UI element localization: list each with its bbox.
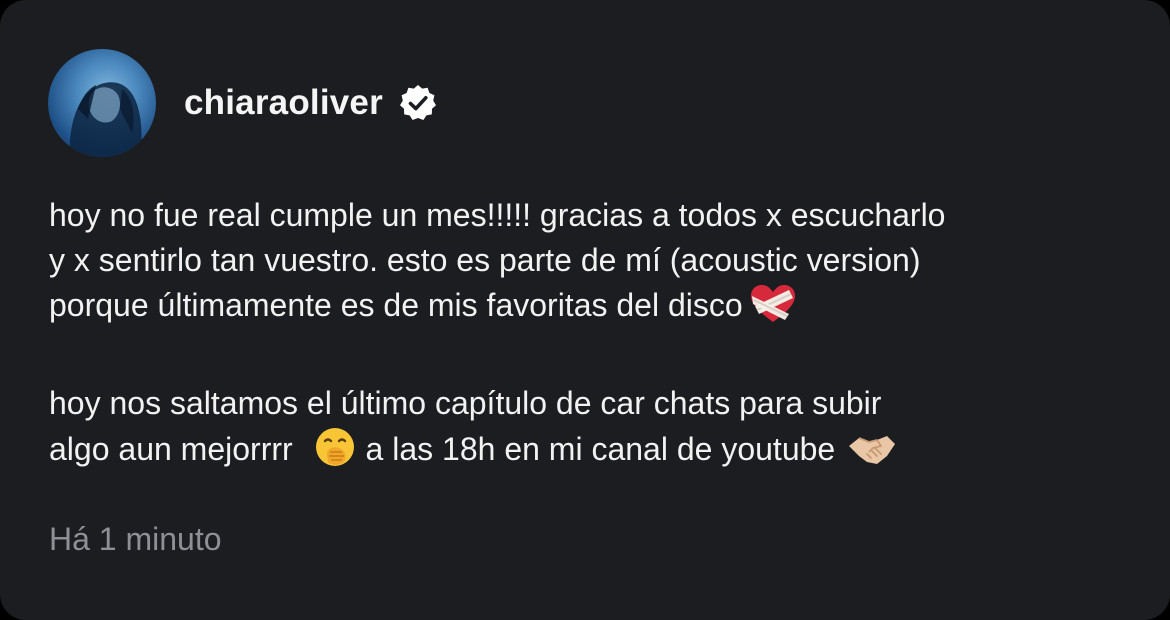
post-paragraph-2: hoy nos saltamos el último capítulo de c… xyxy=(49,381,1139,480)
post-body: hoy no fue real cumple un mes!!!!! graci… xyxy=(49,193,1139,480)
text-line: a las 18h en mi canal de youtube xyxy=(365,431,836,467)
text-line-with-emoji: porque últimamente es de mis favoritas d… xyxy=(49,283,1139,336)
verified-badge-icon xyxy=(399,84,437,122)
post-header: chiaraoliver xyxy=(48,48,437,158)
face-with-hand-over-mouth-icon xyxy=(314,426,356,480)
text-line: algo aun mejorrrr xyxy=(49,431,293,467)
timestamp: Há 1 minuto xyxy=(49,521,222,557)
text-line-with-emojis: algo aun mejorrrr a las 18h en mi canal … xyxy=(49,426,1139,480)
handshake-icon xyxy=(847,432,897,480)
post-card: chiaraoliver hoy no fue real cumple un m… xyxy=(0,0,1170,620)
avatar-image xyxy=(69,82,142,157)
text-line: porque últimamente es de mis favoritas d… xyxy=(49,287,743,323)
username[interactable]: chiaraoliver xyxy=(184,83,383,123)
text-line: hoy nos saltamos el último capítulo de c… xyxy=(49,385,882,421)
heart-with-bandage-icon xyxy=(749,284,797,336)
avatar[interactable] xyxy=(48,49,156,157)
text-line: hoy no fue real cumple un mes!!!!! graci… xyxy=(49,197,946,233)
text-line: y x sentirlo tan vuestro. esto es parte … xyxy=(49,242,921,278)
post-paragraph-1: hoy no fue real cumple un mes!!!!! graci… xyxy=(49,193,1139,336)
